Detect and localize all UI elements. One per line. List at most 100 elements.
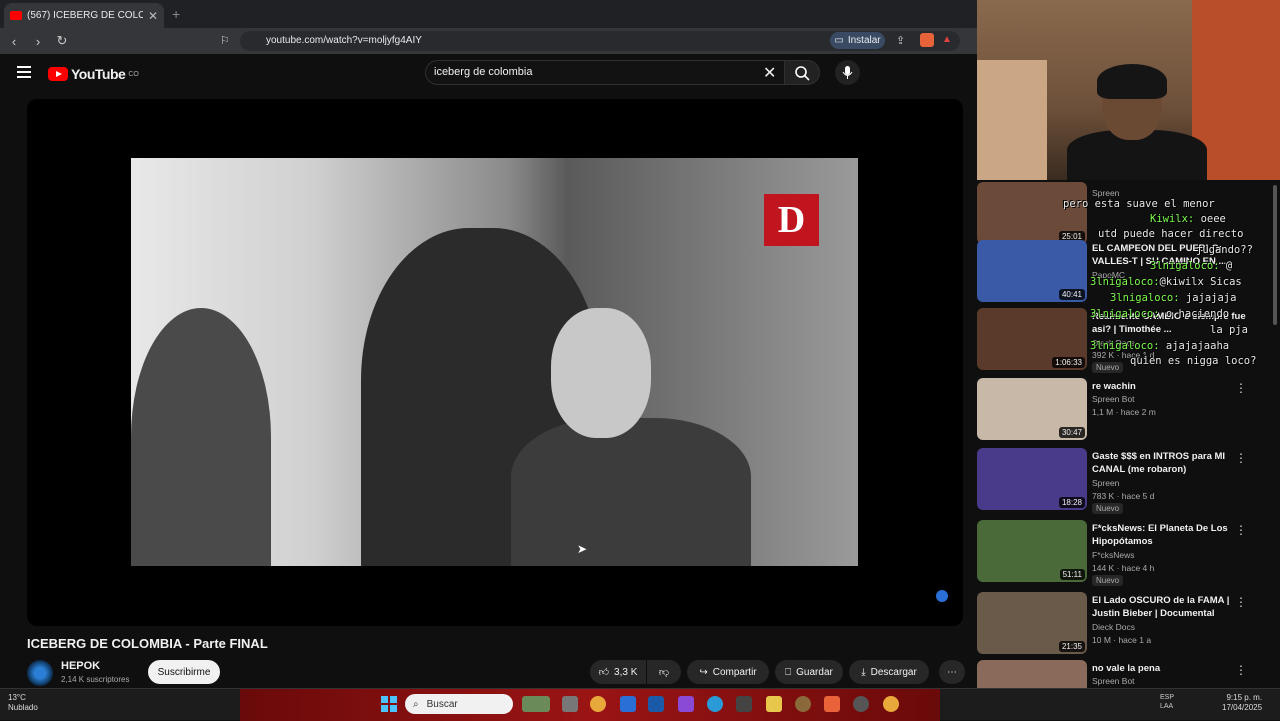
video-title[interactable]: no vale la pena — [1092, 662, 1252, 675]
widget-icon[interactable] — [522, 696, 550, 712]
video-thumbnail[interactable]: 25:01 — [977, 182, 1087, 244]
rewards-icon[interactable]: ▲ — [942, 34, 952, 45]
video-channel[interactable]: Spreen Bot — [1092, 394, 1135, 404]
video-title[interactable]: Gaste $$$ en INTROS para MI CANAL (me ro… — [1092, 450, 1252, 476]
browser-tab[interactable]: (567) ICEBERG DE COLOMBIA ✕ — [4, 3, 164, 28]
video-thumbnail[interactable]: 21:35 — [977, 592, 1087, 654]
channel-avatar[interactable] — [27, 660, 53, 686]
download-button[interactable]: ⤓ Descargar — [849, 660, 929, 684]
search-button[interactable] — [784, 60, 820, 85]
share-label: Compartir — [712, 666, 757, 678]
monitor-icon: ▭ — [834, 35, 844, 46]
install-button[interactable]: ▭ Instalar — [830, 32, 885, 49]
close-tab-icon[interactable]: ✕ — [148, 9, 158, 23]
reload-icon[interactable]: ↻ — [52, 33, 72, 49]
bookmark-icon[interactable]: ⚐ — [220, 34, 230, 47]
language-indicator[interactable]: ESP LAA — [1160, 693, 1174, 711]
recommended-video[interactable]: no vale la pena Spreen Bot ⋮ — [977, 660, 1280, 688]
search-input[interactable]: iceberg de colombia — [434, 66, 532, 78]
video-thumbnail[interactable]: 1:06:33 — [977, 308, 1087, 370]
chat-message: Kiwilx: oeee — [1150, 213, 1226, 225]
tab-title: (567) ICEBERG DE COLOMBIA — [27, 10, 143, 21]
more-options-icon[interactable]: ⋮ — [1235, 451, 1247, 465]
video-channel[interactable]: Spreen Bot — [1092, 676, 1135, 686]
video-thumbnail[interactable]: 18:28 — [977, 448, 1087, 510]
mouse-cursor-icon: ➤ — [577, 542, 588, 556]
taskbar-search[interactable]: ⌕ Buscar — [405, 694, 513, 714]
recommended-video[interactable]: 21:35 El Lado OSCURO de la FAMA | Justin… — [977, 592, 1280, 658]
windows-start-icon[interactable] — [381, 696, 397, 712]
new-tab-button[interactable]: + — [172, 6, 180, 22]
weather-desc: Nublado — [8, 703, 38, 712]
edge-icon[interactable] — [707, 696, 723, 712]
country-code: CO — [128, 70, 139, 78]
new-badge: Nuevo — [1092, 362, 1124, 373]
brave-shield-icon[interactable] — [920, 33, 934, 47]
chat-message: 3lnigaloco: @ — [1150, 260, 1233, 272]
dislike-button[interactable]: 👎︎ — [647, 660, 681, 684]
app-icon-2[interactable] — [795, 696, 811, 712]
forward-icon[interactable]: › — [28, 34, 48, 49]
video-thumbnail[interactable]: 40:41 — [977, 240, 1087, 302]
bookmark-save-icon: ⎕ — [785, 666, 792, 678]
chat-message: quien es nigga loco? — [1130, 355, 1257, 367]
brave-icon[interactable] — [824, 696, 840, 712]
video-frame[interactable]: D — [131, 158, 858, 566]
back-icon[interactable]: ‹ — [4, 34, 24, 49]
store-icon[interactable] — [736, 696, 752, 712]
download-icon: ⤓ — [861, 666, 866, 678]
chrome-icon[interactable] — [590, 696, 606, 712]
video-channel[interactable]: Dieck Docs — [1092, 622, 1135, 632]
video-title[interactable]: El Lado OSCURO de la FAMA | Justin Biebe… — [1092, 594, 1252, 620]
channel-watermark-icon[interactable] — [936, 590, 948, 602]
weather-widget[interactable]: 13°C Nublado — [8, 693, 38, 713]
sidebar-scrollbar[interactable] — [1273, 185, 1277, 325]
thumbs-down-icon: 👎︎ — [658, 667, 670, 678]
menu-icon[interactable] — [17, 66, 31, 78]
video-channel[interactable]: F*cksNews — [1092, 550, 1135, 560]
chat-message: jugando?? — [1196, 244, 1253, 256]
install-label: Instalar — [847, 35, 881, 46]
more-options-icon[interactable]: ⋮ — [1235, 663, 1247, 677]
voice-search-button[interactable] — [835, 60, 860, 85]
clear-search-icon[interactable]: ✕ — [763, 63, 776, 83]
search-icon — [795, 66, 810, 81]
video-title[interactable]: F*cksNews: El Planeta De Los Hipopótamos — [1092, 522, 1252, 548]
more-options-icon[interactable]: ⋮ — [1235, 381, 1247, 395]
recommended-video[interactable]: 30:47 re wachin Spreen Bot 1,1 M · hace … — [977, 378, 1280, 444]
file-explorer-icon[interactable] — [766, 696, 782, 712]
video-thumbnail[interactable]: 51:11 — [977, 520, 1087, 582]
subscribe-button[interactable]: Suscribirme — [148, 660, 220, 684]
thumbs-up-icon: 👍︎ — [598, 667, 610, 678]
search-icon: ⌕ — [413, 698, 419, 710]
like-button[interactable]: 👍︎ 3,3 K — [590, 660, 646, 684]
new-badge: Nuevo — [1092, 503, 1124, 514]
task-view-icon[interactable] — [562, 696, 578, 712]
obs-icon[interactable] — [853, 696, 869, 712]
app-icon[interactable] — [620, 696, 636, 712]
copilot-icon[interactable] — [678, 696, 694, 712]
more-options-icon[interactable]: ⋮ — [1235, 523, 1247, 537]
system-clock[interactable]: 9:15 p. m. 17/04/2025 — [1222, 693, 1262, 713]
channel-name[interactable]: HEPOK — [61, 660, 100, 672]
video-thumbnail[interactable] — [977, 660, 1087, 688]
new-badge: Nuevo — [1092, 575, 1124, 586]
outlook-icon[interactable] — [648, 696, 664, 712]
video-thumbnail[interactable]: 30:47 — [977, 378, 1087, 440]
recommendations-sidebar: 25:01 Spreen 40:41 EL CAMPEON DEL PUEBLO… — [977, 180, 1280, 688]
recommended-video[interactable]: 18:28 Gaste $$$ en INTROS para MI CANAL … — [977, 448, 1280, 514]
more-actions-button[interactable]: ⋯ — [939, 660, 965, 684]
more-options-icon[interactable]: ⋮ — [1235, 595, 1247, 609]
video-title[interactable]: re wachin — [1092, 380, 1252, 393]
chrome-icon-2[interactable] — [883, 696, 899, 712]
recommended-video[interactable]: 51:11 F*cksNews: El Planeta De Los Hipop… — [977, 520, 1280, 586]
youtube-logo[interactable]: YouTube CO — [48, 66, 139, 82]
share-page-icon[interactable]: ⇪ — [896, 34, 905, 47]
video-channel[interactable]: Spreen — [1092, 188, 1119, 198]
chat-message: 3lnigaloco: ajajajaaha — [1090, 340, 1230, 352]
save-button[interactable]: ⎕ Guardar — [775, 660, 843, 684]
share-button[interactable]: ↪ Compartir — [687, 660, 769, 684]
url-text[interactable]: youtube.com/watch?v=moljyfg4AIY — [266, 35, 422, 46]
save-label: Guardar — [796, 666, 833, 678]
video-channel[interactable]: Spreen — [1092, 478, 1119, 488]
